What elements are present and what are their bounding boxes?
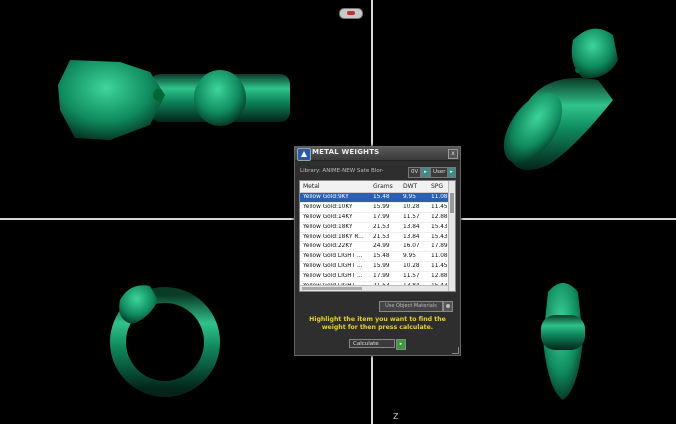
app-logo-icon [297,148,311,161]
cell-spg: 11.45 [431,203,448,210]
table-row[interactable]: Yellow Gold:18KY R... 21.53 13.84 15.43 [300,233,448,243]
library-ov-button[interactable]: 0V [408,167,422,178]
metal-table[interactable]: Metal Grams DWT SPG Yellow Gold:9KY 15.48… [299,180,456,292]
cell-metal: Yellow Gold:18KY [303,223,353,230]
cell-grams: 15.48 [373,253,390,260]
calculate-button[interactable]: Calculate [349,339,395,348]
cell-dwt: 13.84 [403,223,420,230]
cell-dwt: 9.95 [403,253,416,260]
column-header-grams[interactable]: Grams [373,183,393,190]
cell-spg: 11.08 [431,194,448,200]
cell-dwt: 13.84 [403,233,420,240]
table-row[interactable]: Yellow Gold LIGHT ... 15.99 10.28 11.45 [300,262,448,273]
cell-metal: Yellow Gold:14KY [303,213,353,220]
calculate-go-icon[interactable]: ▸ [396,339,406,350]
column-header-spg[interactable]: SPG [431,183,443,190]
cell-grams: 24.99 [373,243,390,250]
cell-spg: 12.88 [431,213,448,220]
instructions-text: Highlight the item you want to find the … [309,316,446,331]
table-row[interactable]: Yellow Gold LIGHT ... 17.99 11.57 12.88 [300,272,448,283]
column-header-dwt[interactable]: DWT [403,183,417,190]
library-ov-arrow-icon[interactable]: ▸ [421,167,430,178]
axis-z-label: Z [393,412,399,421]
table-row[interactable]: Yellow Gold:22KY 24.99 16.07 17.89 [300,242,448,253]
cell-dwt: 10.28 [403,203,420,210]
cell-grams: 21.53 [373,233,390,240]
cell-metal: Yellow Gold LIGHT ... [303,253,363,260]
cell-spg: 15.43 [431,223,448,230]
table-row[interactable]: Yellow Gold:14KY 17.99 11.57 12.88 [300,213,448,223]
metal-weights-dialog: METAL WEIGHTS x Library: ANIME-NEW Sate … [294,146,461,356]
cell-spg: 11.45 [431,263,448,270]
table-header: Metal Grams DWT SPG [300,181,448,193]
table-row[interactable]: Yellow Gold:9KY 15.48 9.95 11.08 [300,193,448,203]
horizontal-scroll-thumb[interactable] [302,287,362,290]
table-horizontal-scrollbar[interactable] [300,285,448,291]
cell-dwt: 11.57 [403,273,420,280]
table-body: Yellow Gold:9KY 15.48 9.95 11.08 Yellow Gold… [300,193,448,291]
column-header-metal[interactable]: Metal [303,183,320,190]
use-object-materials-toggle-icon[interactable] [443,301,453,312]
cell-metal: Yellow Gold:9KY [303,194,349,200]
vertical-scroll-thumb[interactable] [450,193,454,213]
table-row[interactable]: Yellow Gold:18KY 21.53 13.84 15.43 [300,223,448,233]
table-row[interactable]: Yellow Gold:10KY 15.99 10.28 11.45 [300,203,448,213]
library-row: Library: ANIME-NEW Sate Blor- 0V ▸ User … [300,167,456,178]
cell-grams: 17.99 [373,213,390,220]
close-button[interactable]: x [448,149,458,159]
cell-spg: 12.88 [431,273,448,280]
library-user-arrow-icon[interactable]: ▸ [447,167,456,178]
cell-grams: 21.53 [373,223,390,230]
use-object-materials-button[interactable]: Use Object Materials [379,301,443,312]
dialog-title-bar[interactable]: METAL WEIGHTS x [295,147,460,161]
dialog-title: METAL WEIGHTS [312,148,380,156]
cell-metal: Yellow Gold:10KY [303,203,353,210]
table-vertical-scrollbar[interactable] [448,181,455,291]
cell-dwt: 10.28 [403,263,420,270]
library-user-button[interactable]: User [430,167,449,178]
cell-dwt: 16.07 [403,243,420,250]
cell-grams: 15.48 [373,194,390,200]
cell-metal: Yellow Gold:18KY R... [303,233,364,240]
cell-spg: 11.08 [431,253,448,260]
cell-grams: 15.99 [373,263,390,270]
cell-metal: Yellow Gold:22KY [303,243,353,250]
view-cube-icon[interactable] [339,8,363,19]
table-row[interactable]: Yellow Gold LIGHT ... 15.48 9.95 11.08 [300,252,448,263]
cell-dwt: 11.57 [403,213,420,220]
cell-grams: 17.99 [373,273,390,280]
cell-metal: Yellow Gold LIGHT ... [303,273,363,280]
resize-grip-icon[interactable] [452,347,459,354]
cell-spg: 17.89 [431,243,448,250]
cell-metal: Yellow Gold LIGHT ... [303,263,363,270]
cell-grams: 15.99 [373,203,390,210]
library-label: Library: ANIME-NEW Sate Blor- [300,168,384,174]
cell-spg: 15.43 [431,233,448,240]
cell-dwt: 9.95 [403,194,416,200]
